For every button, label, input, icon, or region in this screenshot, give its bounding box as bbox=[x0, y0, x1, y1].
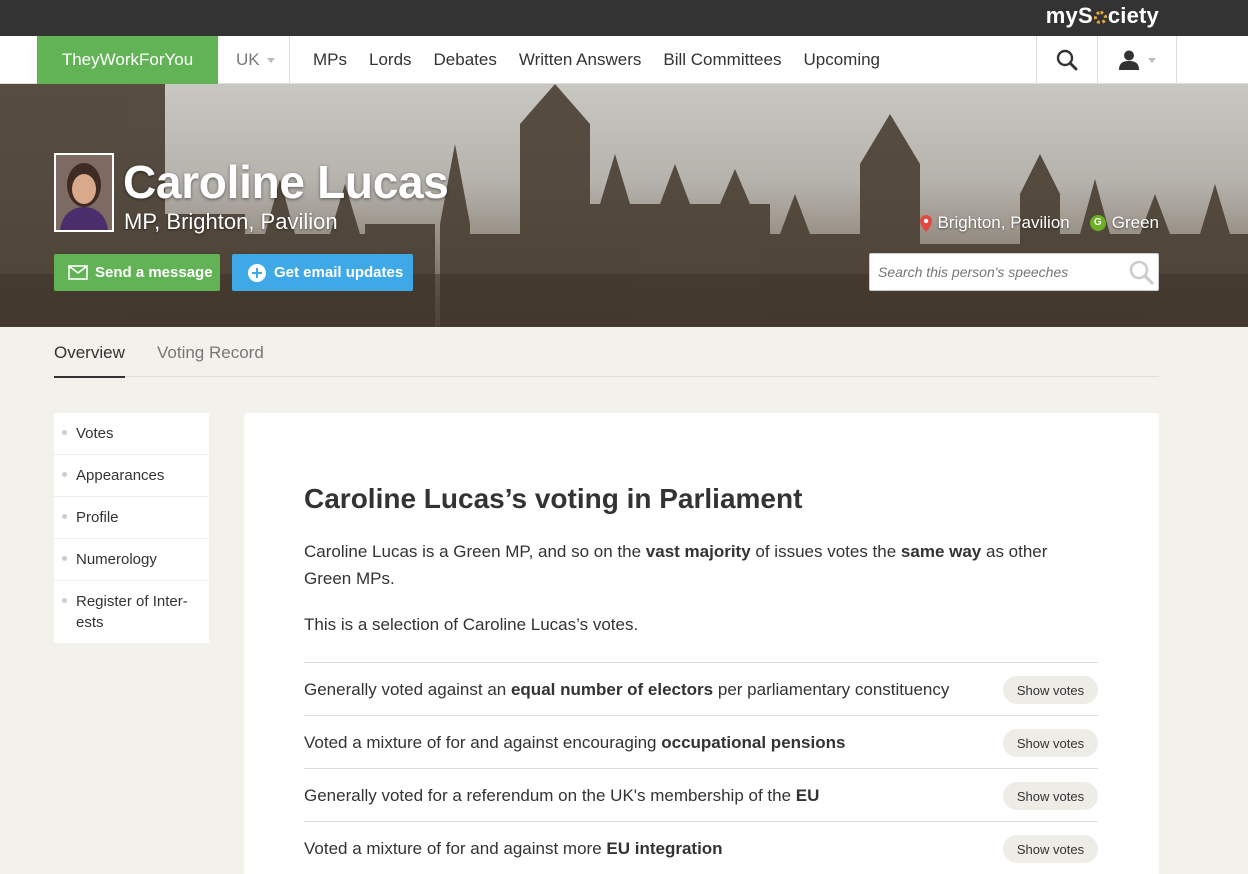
vote-topic[interactable]: occupational pensions bbox=[661, 733, 845, 752]
nav-search-button[interactable] bbox=[1036, 36, 1098, 84]
vote-list: Generally voted against an equal number … bbox=[304, 662, 1098, 874]
constituency-label[interactable]: Brighton, Pavilion bbox=[937, 213, 1069, 233]
mysociety-bar: myS ciety bbox=[0, 0, 1248, 36]
mp-photo bbox=[54, 153, 114, 232]
site-logo[interactable]: TheyWorkForYou bbox=[37, 36, 218, 84]
mp-role: MP, Brighton, Pavilion bbox=[124, 209, 338, 234]
voting-panel: Caroline Lucas’s voting in Parliament Ca… bbox=[244, 413, 1159, 874]
show-votes-button[interactable]: Show votes bbox=[1003, 782, 1098, 810]
show-votes-button[interactable]: Show votes bbox=[1003, 676, 1098, 704]
map-pin-icon bbox=[920, 214, 933, 232]
section-sidebar: Votes Appearances Profile Numerology Reg… bbox=[54, 413, 209, 643]
vote-text: Generally voted against an bbox=[304, 680, 511, 699]
user-icon bbox=[1119, 50, 1139, 70]
party-label[interactable]: Green bbox=[1112, 213, 1159, 233]
country-label: UK bbox=[236, 50, 260, 69]
vote-description: Voted a mixture of for and against encou… bbox=[304, 733, 845, 753]
search-icon bbox=[1129, 260, 1154, 285]
intro-paragraph: Caroline Lucas is a Green MP, and so on … bbox=[304, 538, 1094, 592]
mysociety-logo[interactable]: myS ciety bbox=[1046, 3, 1159, 29]
selection-note: This is a selection of Caroline Lucas’s … bbox=[304, 615, 639, 634]
tab-voting-record[interactable]: Voting Record bbox=[157, 343, 264, 363]
main-navigation: TheyWorkForYou UK MPs Lords Debates Writ… bbox=[0, 36, 1248, 84]
nav-link-upcoming[interactable]: Upcoming bbox=[803, 50, 880, 70]
send-message-label: Send a message bbox=[95, 264, 213, 281]
vote-text: Voted a mixture of for and against encou… bbox=[304, 733, 662, 752]
show-votes-button[interactable]: Show votes bbox=[1003, 729, 1098, 757]
party-badge-icon: G bbox=[1089, 215, 1106, 231]
nav-link-bill-committees[interactable]: Bill Committees bbox=[663, 50, 781, 70]
intro-text: of issues votes the bbox=[750, 542, 901, 561]
mysociety-logo-text-start: myS bbox=[1045, 3, 1093, 28]
speech-search bbox=[869, 253, 1159, 291]
mp-meta: Brighton, Pavilion G Green bbox=[920, 213, 1159, 233]
tab-overview[interactable]: Overview bbox=[54, 343, 125, 378]
vote-row: Generally voted against an equal number … bbox=[304, 663, 1098, 716]
chevron-down-icon bbox=[266, 57, 275, 63]
mysociety-logo-text-end: ciety bbox=[1107, 3, 1159, 28]
envelope-icon bbox=[68, 265, 88, 280]
sidebar-item-votes[interactable]: Votes bbox=[54, 413, 209, 455]
vote-description: Voted a mixture of for and against more … bbox=[304, 839, 723, 859]
user-menu-button[interactable] bbox=[1098, 36, 1177, 84]
vote-row: Generally voted for a referendum on the … bbox=[304, 769, 1098, 822]
show-votes-button[interactable]: Show votes bbox=[1003, 835, 1098, 863]
mp-name: Caroline Lucas bbox=[123, 156, 449, 208]
mysociety-logo-o-icon bbox=[1093, 11, 1107, 24]
sidebar-item-numerology[interactable]: Numerology bbox=[54, 539, 209, 581]
country-selector[interactable]: UK bbox=[218, 36, 290, 84]
nav-link-mps[interactable]: MPs bbox=[313, 50, 347, 70]
vote-description: Generally voted against an equal number … bbox=[304, 680, 949, 700]
vote-text: per parliamentary constituency bbox=[713, 680, 950, 699]
profile-tabs: Overview Voting Record bbox=[54, 327, 1159, 378]
sidebar-item-profile[interactable]: Profile bbox=[54, 497, 209, 539]
nav-links: MPs Lords Debates Written Answers Bill C… bbox=[302, 36, 891, 84]
search-icon bbox=[1056, 49, 1078, 71]
vote-row: Voted a mixture of for and against more … bbox=[304, 822, 1098, 874]
vote-description: Generally voted for a referendum on the … bbox=[304, 786, 819, 806]
hero-banner: Caroline Lucas MP, Brighton, Pavilion Se… bbox=[0, 84, 1248, 327]
email-updates-button[interactable]: Get email updates bbox=[232, 254, 413, 291]
nav-link-lords[interactable]: Lords bbox=[369, 50, 412, 70]
email-updates-label: Get email updates bbox=[274, 264, 404, 281]
person-portrait-icon bbox=[56, 155, 112, 230]
speech-search-input[interactable] bbox=[870, 254, 1120, 290]
vote-topic[interactable]: EU bbox=[796, 786, 820, 805]
intro-emphasis: same way bbox=[900, 542, 982, 561]
section-title: Caroline Lucas’s voting in Parliament bbox=[304, 483, 803, 514]
vote-topic[interactable]: EU integration bbox=[606, 839, 722, 858]
intro-text: Caroline Lucas is a Green MP, and so on … bbox=[304, 542, 646, 561]
speech-search-button[interactable] bbox=[1128, 259, 1154, 290]
vote-topic[interactable]: equal number of electors bbox=[511, 680, 713, 699]
intro-emphasis: vast majority bbox=[645, 542, 751, 561]
plus-circle-icon bbox=[248, 263, 266, 282]
vote-text: Generally voted for a referendum on the … bbox=[304, 786, 796, 805]
sidebar-item-appearances[interactable]: Appearances bbox=[54, 455, 209, 497]
send-message-button[interactable]: Send a message bbox=[54, 254, 220, 291]
vote-text: Voted a mixture of for and against more bbox=[304, 839, 607, 858]
nav-link-written-answers[interactable]: Written Answers bbox=[519, 50, 642, 70]
chevron-down-icon bbox=[1148, 57, 1156, 63]
nav-link-debates[interactable]: Debates bbox=[434, 50, 497, 70]
vote-row: Voted a mixture of for and against encou… bbox=[304, 716, 1098, 769]
sidebar-item-register-of-interests[interactable]: Register of Inter- ests bbox=[54, 581, 209, 643]
